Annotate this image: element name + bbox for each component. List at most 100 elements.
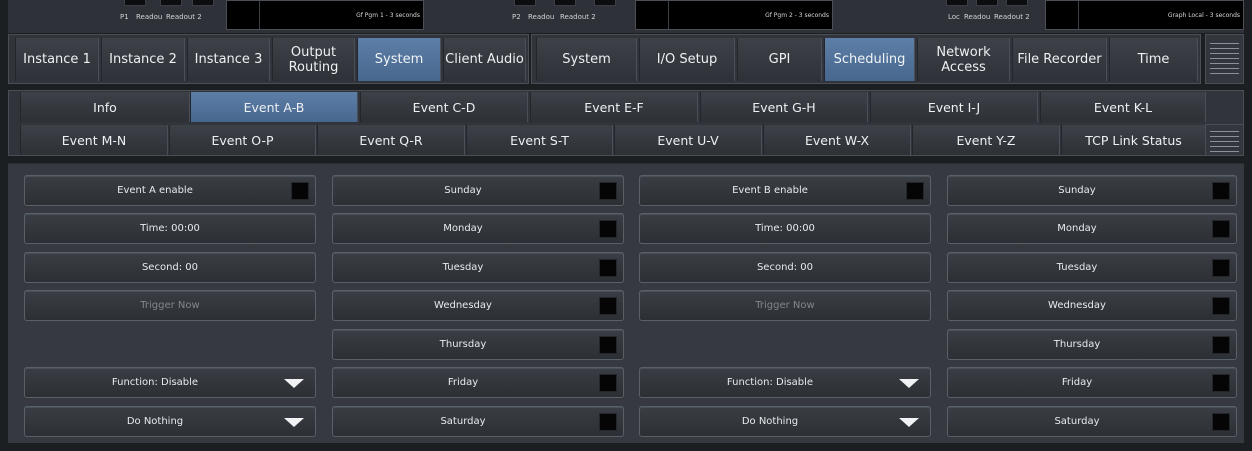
meter-group-3: Loc Readou Readout 2 bbox=[918, 0, 1043, 30]
event-b-day-monday[interactable]: Monday bbox=[947, 213, 1237, 244]
day-checkbox[interactable] bbox=[1212, 220, 1230, 238]
tabbar-main: Instance 1 Instance 2 Instance 3 Output … bbox=[8, 34, 529, 84]
event-b-day-saturday[interactable]: Saturday bbox=[947, 406, 1237, 437]
day-checkbox[interactable] bbox=[1212, 374, 1230, 392]
tab-file-recorder[interactable]: File Recorder bbox=[1012, 38, 1107, 81]
event-a-function-dropdown[interactable]: Function: Disable bbox=[24, 367, 316, 398]
tab-instance-3[interactable]: Instance 3 bbox=[187, 38, 270, 81]
scheduling-panel: Event A enable Time: 00:00 Second: 00 Tr… bbox=[8, 163, 1244, 443]
tabbar-scroll-handle[interactable] bbox=[1205, 34, 1244, 84]
event-a-time-button[interactable]: Time: 00:00 bbox=[24, 213, 316, 244]
subtab-event-w-x[interactable]: Event W-X bbox=[763, 125, 911, 155]
subtab-event-y-z[interactable]: Event Y-Z bbox=[912, 125, 1060, 155]
event-b-day-friday[interactable]: Friday bbox=[947, 367, 1237, 398]
meter-graph-2: Gf Pgm 2 - 3 seconds bbox=[635, 0, 833, 30]
event-b-function-label: Function: Disable bbox=[726, 377, 814, 388]
tab-instance-1[interactable]: Instance 1 bbox=[15, 38, 99, 81]
event-b-enable-label: Event B enable bbox=[732, 185, 808, 196]
subtab-info[interactable]: Info bbox=[20, 92, 190, 122]
subtab-event-s-t[interactable]: Event S-T bbox=[466, 125, 613, 155]
day-label: Monday bbox=[443, 223, 483, 234]
event-a-enable-label: Event A enable bbox=[117, 185, 193, 196]
tab-system[interactable]: System bbox=[357, 38, 441, 81]
chevron-down-icon bbox=[284, 418, 304, 427]
tab-system-settings[interactable]: System bbox=[536, 38, 637, 81]
event-a-day-monday[interactable]: Monday bbox=[332, 213, 624, 244]
subtab-event-g-h[interactable]: Event G-H bbox=[700, 92, 868, 122]
event-a-time-label: Time: 00:00 bbox=[140, 223, 200, 234]
event-b-trigger-now-button[interactable]: Trigger Now bbox=[639, 290, 931, 321]
event-b-second-button[interactable]: Second: 00 bbox=[639, 252, 931, 283]
tab-gpi[interactable]: GPI bbox=[737, 38, 822, 81]
event-a-day-saturday[interactable]: Saturday bbox=[332, 406, 624, 437]
subtab-event-c-d[interactable]: Event C-D bbox=[360, 92, 528, 122]
day-checkbox[interactable] bbox=[599, 220, 617, 238]
subtab-event-q-r[interactable]: Event Q-R bbox=[317, 125, 465, 155]
event-a-day-thursday[interactable]: Thursday bbox=[332, 329, 624, 360]
meter-readout-1: Readou bbox=[964, 13, 991, 21]
subtab-event-k-l[interactable]: Event K-L bbox=[1040, 92, 1206, 122]
event-a-action-label: Do Nothing bbox=[126, 416, 184, 427]
chevron-down-icon bbox=[899, 418, 919, 427]
event-a-second-button[interactable]: Second: 00 bbox=[24, 252, 316, 283]
day-checkbox[interactable] bbox=[599, 182, 617, 200]
day-label: Sunday bbox=[444, 185, 482, 196]
subtab-tcp-link-status[interactable]: TCP Link Status bbox=[1061, 125, 1206, 155]
event-b-day-thursday[interactable]: Thursday bbox=[947, 329, 1237, 360]
day-checkbox[interactable] bbox=[599, 336, 617, 354]
day-label: Saturday bbox=[1054, 416, 1100, 427]
day-checkbox[interactable] bbox=[1212, 336, 1230, 354]
subtab-event-u-v[interactable]: Event U-V bbox=[614, 125, 762, 155]
event-b-function-dropdown[interactable]: Function: Disable bbox=[639, 367, 931, 398]
tab-io-setup[interactable]: I/O Setup bbox=[639, 38, 735, 81]
event-b-enable-checkbox[interactable] bbox=[906, 182, 924, 200]
day-label: Monday bbox=[1057, 223, 1097, 234]
day-checkbox[interactable] bbox=[1212, 413, 1230, 431]
tabbar-system: System I/O Setup GPI Scheduling Network … bbox=[531, 34, 1201, 84]
event-b-second-label: Second: 00 bbox=[756, 262, 814, 273]
event-b-day-sunday[interactable]: Sunday bbox=[947, 175, 1237, 206]
event-a-day-sunday[interactable]: Sunday bbox=[332, 175, 624, 206]
event-a-enable-toggle[interactable]: Event A enable bbox=[24, 175, 316, 206]
meter-readout-1: Readou bbox=[528, 13, 555, 21]
tab-time[interactable]: Time bbox=[1109, 38, 1198, 81]
subtab-event-o-p[interactable]: Event O-P bbox=[169, 125, 316, 155]
day-label: Tuesday bbox=[442, 262, 484, 273]
day-checkbox[interactable] bbox=[599, 297, 617, 315]
event-b-enable-toggle[interactable]: Event B enable bbox=[639, 175, 931, 206]
tab-instance-2[interactable]: Instance 2 bbox=[101, 38, 185, 81]
event-a-enable-checkbox[interactable] bbox=[291, 182, 309, 200]
tab-client-audio[interactable]: Client Audio bbox=[443, 38, 526, 81]
day-checkbox[interactable] bbox=[1212, 182, 1230, 200]
event-b-action-label: Do Nothing bbox=[741, 416, 799, 427]
event-a-day-tuesday[interactable]: Tuesday bbox=[332, 252, 624, 283]
tab-output-routing[interactable]: Output Routing bbox=[272, 38, 355, 81]
subtab-event-a-b[interactable]: Event A-B bbox=[190, 92, 358, 122]
subtab-event-i-j[interactable]: Event I-J bbox=[870, 92, 1038, 122]
day-label: Thursday bbox=[439, 339, 487, 350]
event-a-day-friday[interactable]: Friday bbox=[332, 367, 624, 398]
day-checkbox[interactable] bbox=[599, 374, 617, 392]
subtab-event-e-f[interactable]: Event E-F bbox=[530, 92, 698, 122]
day-checkbox[interactable] bbox=[1212, 297, 1230, 315]
tab-scheduling[interactable]: Scheduling bbox=[824, 38, 915, 81]
event-b-time-button[interactable]: Time: 00:00 bbox=[639, 213, 931, 244]
day-checkbox[interactable] bbox=[599, 413, 617, 431]
subtab-scroll-handle[interactable] bbox=[1205, 124, 1244, 156]
day-label: Friday bbox=[447, 377, 479, 388]
event-a-day-wednesday[interactable]: Wednesday bbox=[332, 290, 624, 321]
event-b-day-wednesday[interactable]: Wednesday bbox=[947, 290, 1237, 321]
event-b-day-tuesday[interactable]: Tuesday bbox=[947, 252, 1237, 283]
subtab-event-m-n[interactable]: Event M-N bbox=[20, 125, 168, 155]
tab-network-access[interactable]: Network Access bbox=[917, 38, 1010, 81]
graph-label: Gf Pgm 1 - 3 seconds bbox=[356, 12, 420, 19]
event-a-action-dropdown[interactable]: Do Nothing bbox=[24, 406, 316, 437]
meter-prefix: P1 bbox=[120, 13, 129, 21]
day-label: Sunday bbox=[1058, 185, 1096, 196]
day-label: Wednesday bbox=[1048, 300, 1106, 311]
event-a-trigger-label: Trigger Now bbox=[140, 300, 200, 311]
event-b-action-dropdown[interactable]: Do Nothing bbox=[639, 406, 931, 437]
day-checkbox[interactable] bbox=[1212, 259, 1230, 277]
event-a-trigger-now-button[interactable]: Trigger Now bbox=[24, 290, 316, 321]
day-checkbox[interactable] bbox=[599, 259, 617, 277]
